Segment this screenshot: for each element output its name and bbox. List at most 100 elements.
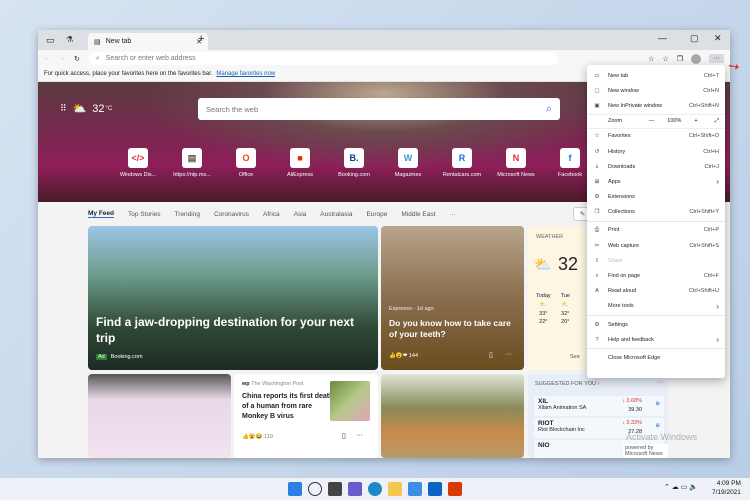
zoom-out-button[interactable]: — xyxy=(649,118,655,124)
new-tab-button[interactable]: + xyxy=(198,33,204,45)
quicklink[interactable]: R Rentalcars.com xyxy=(434,148,490,178)
quicklink[interactable]: O Office xyxy=(218,148,274,178)
feed-tab[interactable]: Top Stories xyxy=(128,211,161,218)
quicklink[interactable]: B. Booking.com xyxy=(326,148,382,178)
more-icon[interactable]: ··· xyxy=(656,379,663,386)
back-icon[interactable]: ← xyxy=(44,55,51,62)
menu-item-web-capture[interactable]: ✂ Web capture Ctrl+Shift+S xyxy=(587,238,725,253)
feed-tab[interactable]: Trending xyxy=(175,211,200,218)
clock[interactable]: 4:09 PM 7/19/2021 xyxy=(712,480,741,498)
menu-item-share[interactable]: ⇪ Share xyxy=(587,253,725,268)
menu-item-collections[interactable]: ❐ Collections Ctrl+Shift+Y xyxy=(587,205,725,220)
see-forecast-link[interactable]: See xyxy=(570,354,580,360)
menu-item-new-window[interactable]: ▢ New window Ctrl+N xyxy=(587,83,725,98)
menu-item-extensions[interactable]: ⚙ Extensions xyxy=(587,190,725,205)
feed-tab[interactable]: My Feed xyxy=(88,210,115,218)
menu-item-new-inprivate-window[interactable]: ▣ New InPrivate window Ctrl+Shift+N xyxy=(587,98,725,113)
feed-tab[interactable]: ··· xyxy=(449,211,456,218)
quicklink[interactable]: N Microsoft News xyxy=(488,148,544,178)
profile-avatar[interactable] xyxy=(691,53,701,64)
menu-item-close-edge[interactable]: Close Microsoft Edge xyxy=(587,350,725,365)
feed-tab[interactable]: Africa xyxy=(263,211,280,218)
collections-icon[interactable]: ❐ xyxy=(677,55,683,63)
feed-tab[interactable]: Coronavirus xyxy=(214,211,249,218)
apps-grid-icon[interactable]: ⠿ xyxy=(60,103,67,114)
more-icon[interactable]: ··· xyxy=(356,432,363,439)
quicklink-icon: </> xyxy=(128,148,148,168)
taskbar: ⌃ ☁ ▭ 🔈 4:09 PM 7/19/2021 xyxy=(0,478,750,500)
quicklink-icon: N xyxy=(506,148,526,168)
add-stock-icon[interactable]: ⊕ xyxy=(655,401,660,407)
stock-row[interactable]: XIL Xilam Animation SA ↓ 3.68% 39.30 ⊕ xyxy=(534,396,664,416)
menu-item-read-aloud[interactable]: A Read aloud Ctrl+Shift+U xyxy=(587,284,725,299)
system-tray-icons[interactable]: ⌃ ☁ ▭ 🔈 xyxy=(664,483,698,491)
start-icon[interactable] xyxy=(288,482,302,496)
manage-favorites-link[interactable]: Manage favorites now xyxy=(216,71,275,77)
menu-item-help-and-feedback[interactable]: ? Help and feedback › xyxy=(587,332,725,347)
web-search-input[interactable]: Search the web ⌕ xyxy=(198,98,560,120)
forecast-day[interactable]: Tue ⛅ 32° 20° xyxy=(561,292,570,327)
add-stock-icon[interactable]: ⊕ xyxy=(655,423,660,429)
file-explorer-icon[interactable] xyxy=(388,482,402,496)
widgets-icon[interactable] xyxy=(348,482,362,496)
menu-item-new-tab[interactable]: ▭ New tab Ctrl+T xyxy=(587,68,725,83)
feed-tab[interactable]: Asia xyxy=(294,211,307,218)
minimize-button[interactable]: — xyxy=(658,33,667,43)
feed-nav: My Feed Top Stories Trending Coronavirus Afr… xyxy=(88,206,628,222)
card-dental-image[interactable] xyxy=(88,374,231,458)
stock-price: 39.30 xyxy=(628,407,642,413)
address-input[interactable]: ⌕ Search or enter web address xyxy=(87,52,558,65)
forecast-day[interactable]: Today ⛅ 33° 22° xyxy=(536,292,551,327)
tab-new-tab[interactable]: ▤ New tab ✕ xyxy=(88,33,208,50)
store-icon[interactable] xyxy=(408,482,422,496)
search-icon[interactable] xyxy=(308,482,322,496)
save-icon[interactable]: ▯ xyxy=(489,351,493,359)
partly-sunny-icon: ⛅ xyxy=(534,256,552,272)
forward-icon[interactable]: → xyxy=(59,55,66,62)
menu-item-downloads[interactable]: ⤓ Downloads Ctrl+J xyxy=(587,159,725,174)
tab-actions-icon[interactable]: ▭ xyxy=(46,35,55,46)
settings-more-button[interactable]: ··· xyxy=(709,54,724,63)
menu-item-settings[interactable]: ⚙ Settings xyxy=(587,317,725,332)
workspace-icon[interactable]: ⚗ xyxy=(66,35,73,44)
menu-item-label: Share xyxy=(608,257,623,264)
refresh-icon[interactable]: ↻ xyxy=(74,55,80,63)
zoom-value: 100% xyxy=(667,118,682,125)
save-icon[interactable]: ▯ xyxy=(342,432,346,440)
menu-item-history[interactable]: ↺ History Ctrl+H xyxy=(587,144,725,159)
more-icon[interactable]: ··· xyxy=(505,351,512,358)
feed-tab[interactable]: Europe xyxy=(366,211,387,218)
close-window-button[interactable]: ✕ xyxy=(714,33,722,44)
suggested-label[interactable]: SUGGESTED FOR YOU xyxy=(535,381,596,387)
card-wapo[interactable]: wp The Washington Post China reports its… xyxy=(234,374,378,458)
menu-item-find-on-page[interactable]: ⌕ Find on page Ctrl+F xyxy=(587,268,725,283)
quicklink[interactable]: ▤ https://ntp.ms... xyxy=(164,148,220,178)
task-view-icon[interactable] xyxy=(328,482,342,496)
fullscreen-button[interactable]: ⤢ xyxy=(715,118,719,125)
office-icon[interactable] xyxy=(448,482,462,496)
chevron-right-icon: › xyxy=(716,301,719,311)
quicklink[interactable]: </> Windows Dis... xyxy=(110,148,166,178)
menu-item-print[interactable]: ⎙ Print Ctrl+P xyxy=(587,223,725,238)
quicklink[interactable]: W Magazines xyxy=(380,148,436,178)
quicklink[interactable]: ■ AliExpress xyxy=(272,148,328,178)
card-teeth[interactable]: Espresso · 1d ago Do you know how to tak… xyxy=(381,226,524,370)
card-woman-image[interactable] xyxy=(381,374,524,458)
feed-tab[interactable]: Australasia xyxy=(320,211,352,218)
maximize-button[interactable]: ▢ xyxy=(690,33,699,44)
menu-item-favorites[interactable]: ☆ Favorites Ctrl+Shift+O xyxy=(587,129,725,144)
read-aloud-icon[interactable]: ☆ xyxy=(648,55,654,63)
zoom-row: Zoom — 100% + ⤢ xyxy=(587,113,725,129)
menu-item-apps[interactable]: ⊞ Apps › xyxy=(587,174,725,189)
search-icon[interactable]: ⌕ xyxy=(546,103,552,116)
edge-icon[interactable] xyxy=(368,482,382,496)
favorites-icon[interactable]: ☆ xyxy=(662,55,668,63)
card-travel-ad[interactable]: Find a jaw-dropping destination for your… xyxy=(88,226,378,370)
menu-item-more-tools[interactable]: More tools › xyxy=(587,299,725,314)
hero-weather[interactable]: ⠿ ⛅ 32 °C xyxy=(60,102,112,116)
card-title: China reports its first death of a human… xyxy=(242,393,334,421)
feed-tab[interactable]: Middle East xyxy=(401,211,435,218)
card-weather[interactable]: WEATHER ⛅ 32 Today ⛅ 33° 22° Tue ⛅ 32° 20° See xyxy=(528,226,588,370)
mail-icon[interactable] xyxy=(428,482,442,496)
zoom-in-button[interactable]: + xyxy=(694,118,697,124)
